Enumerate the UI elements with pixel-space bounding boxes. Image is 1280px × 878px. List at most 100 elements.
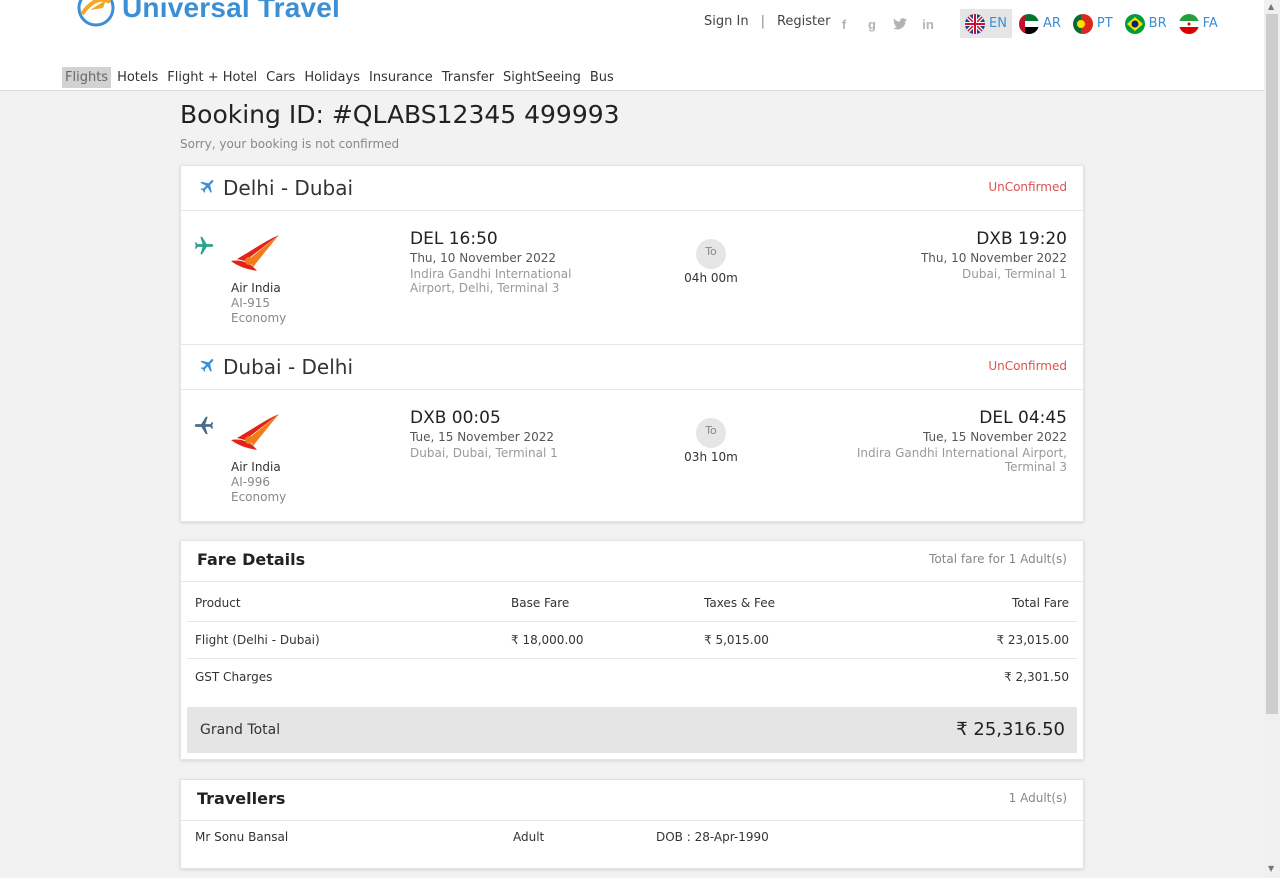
brazil-flag-icon xyxy=(1124,13,1145,34)
flight-duration: 03h 10m xyxy=(684,450,738,464)
arrival-airport: Indira Gandhi International Airport, Ter… xyxy=(856,446,1067,474)
flight-duration: 04h 00m xyxy=(684,271,738,285)
linkedin-icon[interactable]: in xyxy=(920,16,936,32)
departure-info: DEL 16:50 Thu, 10 November 2022 Indira G… xyxy=(410,229,610,295)
nav-transfer[interactable]: Transfer xyxy=(439,67,497,88)
fare-base xyxy=(503,659,696,696)
segment-title: Dubai - Delhi xyxy=(199,355,353,379)
lang-pt[interactable]: PT xyxy=(1068,9,1118,38)
lang-ar-label: AR xyxy=(1042,16,1061,31)
arrival-date: Thu, 10 November 2022 xyxy=(920,251,1067,265)
airline-name: Air India xyxy=(231,281,281,295)
segment-header: Delhi - Dubai UnConfirmed xyxy=(181,166,1083,211)
lang-en[interactable]: EN xyxy=(960,9,1012,38)
cabin-class: Economy xyxy=(231,311,287,325)
facebook-icon[interactable]: f xyxy=(836,16,852,32)
inbound-plane-icon xyxy=(193,414,215,442)
col-taxes-fee: Taxes & Fee xyxy=(696,585,912,622)
plane-icon xyxy=(199,355,217,379)
brand-logo[interactable]: Universal Travel xyxy=(76,0,340,28)
nav-flights[interactable]: Flights xyxy=(62,67,112,88)
google-icon[interactable]: g xyxy=(864,16,880,32)
auth-separator: | xyxy=(760,14,765,29)
col-total-fare: Total Fare xyxy=(912,585,1077,622)
segment-details: Air India AI-915 Economy DEL 16:50 Thu, … xyxy=(181,211,1083,345)
fare-details-card: Fare Details Total fare for 1 Adult(s) P… xyxy=(180,540,1084,760)
nav-insurance[interactable]: Insurance xyxy=(366,67,436,88)
segment-header: Dubai - Delhi UnConfirmed xyxy=(181,345,1083,390)
traveller-dob: DOB : 28-Apr-1990 xyxy=(656,830,769,844)
nav-hotels[interactable]: Hotels xyxy=(114,67,161,88)
cabin-class: Economy xyxy=(231,490,287,504)
scroll-down-arrow-icon[interactable]: ▼ xyxy=(1268,864,1274,873)
main-nav: Flights Hotels Flight + Hotel Cars Holid… xyxy=(62,67,620,88)
lang-pt-label: PT xyxy=(1096,16,1113,31)
fare-product: GST Charges xyxy=(195,670,273,684)
departure-time: DEL 16:50 xyxy=(410,229,498,249)
language-switcher: EN AR PT BR FA xyxy=(960,9,1225,38)
col-base-fare: Base Fare xyxy=(503,585,696,622)
segment-route: Dubai - Delhi xyxy=(223,355,354,379)
lang-fa-label: FA xyxy=(1202,16,1218,31)
fare-table-header: Product Base Fare Taxes & Fee Total Fare xyxy=(187,585,1077,622)
plane-icon xyxy=(199,176,217,200)
departure-time: DXB 00:05 xyxy=(410,408,501,428)
register-link[interactable]: Register xyxy=(777,14,831,29)
nav-holidays[interactable]: Holidays xyxy=(301,67,363,88)
air-india-logo-icon xyxy=(229,233,281,273)
travellers-count: 1 Adult(s) xyxy=(1008,791,1067,805)
page-scrollbar[interactable]: ▲ ▼ xyxy=(1264,0,1280,878)
segment-duration: To 04h 00m xyxy=(671,239,751,285)
lang-fa[interactable]: FA xyxy=(1174,9,1223,38)
fare-taxes: ₹ 5,015.00 xyxy=(696,621,912,659)
travellers-card: Travellers 1 Adult(s) Mr Sonu Bansal Adu… xyxy=(180,779,1084,869)
departure-date: Tue, 15 November 2022 xyxy=(410,430,554,444)
to-badge: To xyxy=(696,418,726,448)
nav-bus[interactable]: Bus xyxy=(587,67,617,88)
arrival-info: DEL 04:45 Tue, 15 November 2022 Indira G… xyxy=(827,408,1067,474)
nav-flight-hotel[interactable]: Flight + Hotel xyxy=(164,67,260,88)
fare-product: Flight (Delhi - Dubai) xyxy=(187,621,503,659)
arrival-info: DXB 19:20 Thu, 10 November 2022 Dubai, T… xyxy=(827,229,1067,281)
scroll-up-arrow-icon[interactable]: ▲ xyxy=(1268,2,1274,11)
grand-total-bar: Grand Total ₹ 25,316.50 xyxy=(187,707,1077,753)
arrival-time: DEL 04:45 xyxy=(979,408,1067,428)
departure-airport: Dubai, Dubai, Terminal 1 xyxy=(410,446,558,460)
site-header: Universal Travel Sign In | Register f g … xyxy=(0,0,1264,91)
nav-cars[interactable]: Cars xyxy=(263,67,298,88)
segment-title: Delhi - Dubai xyxy=(199,176,353,200)
flight-segments-card: Delhi - Dubai UnConfirmed Air India AI-9… xyxy=(180,165,1084,522)
fare-card-header: Fare Details Total fare for 1 Adult(s) xyxy=(181,541,1083,582)
fare-table: Product Base Fare Taxes & Fee Total Fare… xyxy=(187,585,1077,695)
lang-br-label: BR xyxy=(1148,16,1167,31)
arrival-time: DXB 19:20 xyxy=(976,229,1067,249)
auth-links: Sign In | Register xyxy=(704,14,830,29)
lang-br[interactable]: BR xyxy=(1120,9,1172,38)
nav-sightseeing[interactable]: SightSeeing xyxy=(500,67,584,88)
globe-plane-logo-icon xyxy=(76,0,116,28)
social-links: f g in xyxy=(836,16,936,32)
uk-flag-icon xyxy=(965,13,985,34)
grand-total-value: ₹ 25,316.50 xyxy=(956,719,1065,740)
twitter-icon[interactable] xyxy=(892,16,908,32)
arrival-airport: Dubai, Terminal 1 xyxy=(962,267,1067,281)
traveller-name: Mr Sonu Bansal xyxy=(195,830,289,844)
outbound-plane-icon xyxy=(193,235,215,263)
sign-in-link[interactable]: Sign In xyxy=(704,14,749,29)
fare-total: ₹ 2,301.50 xyxy=(1004,670,1069,684)
scrollbar-thumb[interactable] xyxy=(1266,14,1278,714)
arrival-date: Tue, 15 November 2022 xyxy=(923,430,1067,444)
departure-date: Thu, 10 November 2022 xyxy=(410,251,557,265)
fare-passenger-summary: Total fare for 1 Adult(s) xyxy=(929,552,1067,566)
airline-name: Air India xyxy=(231,460,281,474)
fare-base: ₹ 18,000.00 xyxy=(503,621,696,659)
uae-flag-icon xyxy=(1018,13,1039,34)
portugal-flag-icon xyxy=(1072,13,1093,34)
flight-number: AI-996 xyxy=(231,475,270,489)
departure-info: DXB 00:05 Tue, 15 November 2022 Dubai, D… xyxy=(410,408,610,460)
iran-flag-icon xyxy=(1178,13,1199,34)
lang-ar[interactable]: AR xyxy=(1014,9,1066,38)
lang-en-label: EN xyxy=(989,16,1007,31)
flight-number: AI-915 xyxy=(231,296,270,310)
booking-status-message: Sorry, your booking is not confirmed xyxy=(180,137,400,151)
